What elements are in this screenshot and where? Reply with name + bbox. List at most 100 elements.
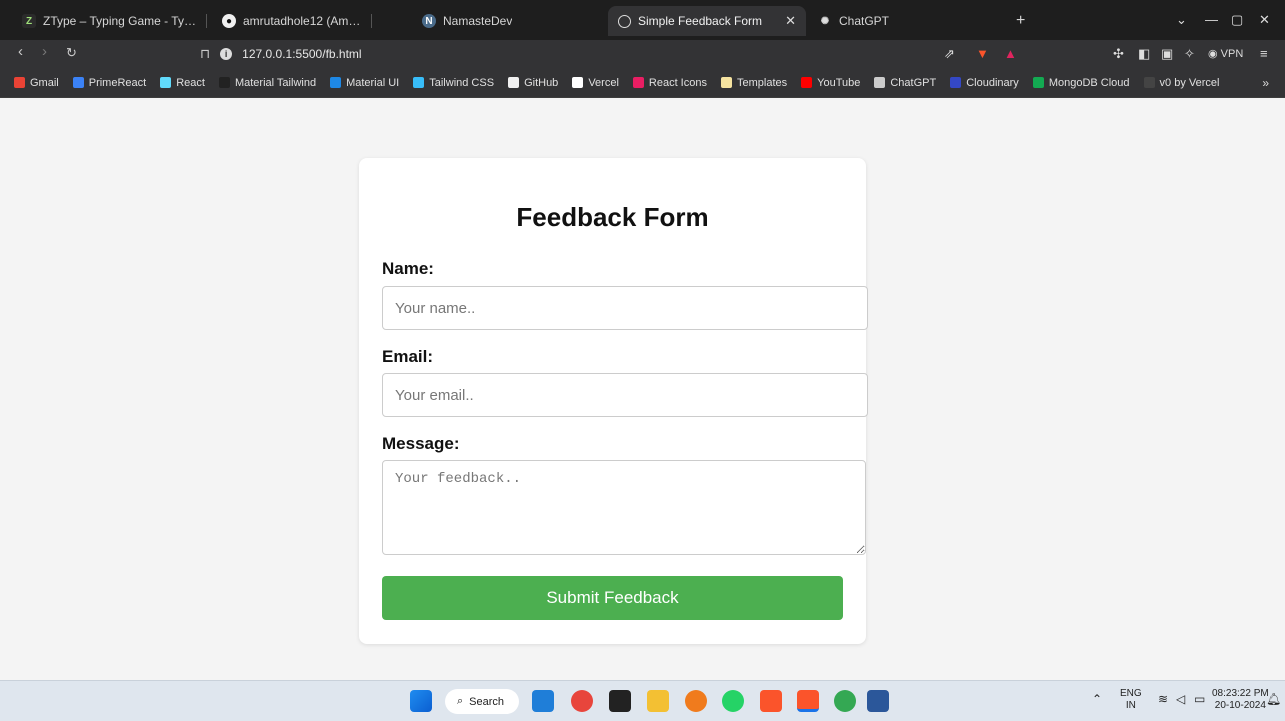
language-indicator[interactable]: ENG IN — [1120, 688, 1142, 712]
bookmark-tailwind-css[interactable]: Tailwind CSS — [413, 77, 494, 89]
brave-shield-icon[interactable]: ▼ — [976, 46, 989, 61]
bookmark-vercel[interactable]: Vercel — [572, 77, 619, 89]
bookmark-primereact[interactable]: PrimeReact — [72, 77, 146, 89]
bookmark-mongodb-cloud[interactable]: MongoDB Cloud — [1032, 77, 1130, 89]
form-title: Feedback Form — [516, 202, 709, 232]
bookmark-chatgpt[interactable]: ChatGPT — [874, 77, 936, 89]
extensions-icon[interactable]: ✣ — [1113, 46, 1124, 62]
ztype-icon: Z — [22, 14, 36, 28]
tray-expand-icon[interactable]: ⌃ — [1092, 693, 1102, 705]
brave-rewards-icon[interactable]: ▲ — [1004, 46, 1017, 61]
browser-toolbar: ‹ › ↻ ⊓ i 127.0.0.1:5500/fb.html ⇗ ▼ ▲ ✣… — [0, 40, 1285, 68]
tab-chatgpt[interactable]: ✺ ChatGPT — [808, 6, 1003, 36]
tab-label: Simple Feedback Form — [638, 14, 763, 28]
new-tab-button[interactable]: + — [1006, 6, 1036, 36]
bookmark-gmail[interactable]: Gmail — [14, 77, 59, 89]
email-input[interactable] — [382, 373, 868, 417]
globe-icon — [618, 14, 631, 28]
bookmark-icon[interactable]: ⊓ — [200, 46, 210, 62]
wallet-icon[interactable]: ▣ — [1161, 46, 1173, 62]
brave-active-icon[interactable] — [797, 690, 819, 712]
react-icon — [160, 77, 172, 88]
menu-icon[interactable]: ≡ — [1260, 46, 1268, 61]
submit-feedback-button[interactable]: Submit Feedback — [382, 576, 843, 620]
message-textarea[interactable] — [382, 460, 866, 555]
tab-github[interactable]: ● amrutadhole12 (Amruta Dhole ) — [212, 6, 372, 36]
reload-icon[interactable]: ↻ — [66, 45, 77, 61]
search-icon: ⌕ — [457, 695, 464, 707]
vpn-label: VPN — [1220, 48, 1244, 60]
url-text[interactable]: 127.0.0.1:5500/fb.html — [242, 47, 361, 61]
email-label: Email: — [382, 347, 434, 366]
bookmarks-more-icon[interactable]: » — [1262, 76, 1269, 90]
windows-start-icon[interactable] — [410, 690, 432, 712]
tab-list-chevron-icon[interactable]: ⌄ — [1176, 12, 1187, 28]
folder-icon — [720, 77, 732, 88]
tab-simple-feedback-form[interactable]: Simple Feedback Form ✕ — [608, 6, 806, 36]
tab-label: ZType – Typing Game - Type to Shoot — [43, 14, 197, 28]
tab-namastedev[interactable]: N NamasteDev — [412, 6, 602, 36]
back-icon[interactable]: ‹ — [18, 43, 23, 60]
tab-ztype[interactable]: Z ZType – Typing Game - Type to Shoot — [12, 6, 207, 36]
primereact-icon — [72, 77, 84, 88]
chatgpt-icon — [874, 77, 886, 88]
forward-icon[interactable]: › — [42, 43, 47, 60]
vscode-icon[interactable] — [532, 690, 554, 712]
battery-icon[interactable]: ▭ — [1194, 693, 1205, 705]
volume-icon[interactable]: ◁ — [1176, 693, 1185, 705]
bookmark-v0-by-vercel[interactable]: v0 by Vercel — [1143, 77, 1219, 89]
chatgpt-icon: ✺ — [820, 15, 830, 27]
bookmark-material-tailwind[interactable]: Material Tailwind — [218, 77, 316, 89]
bookmark-material-ui[interactable]: Material UI — [330, 77, 399, 89]
leo-ai-icon[interactable]: ✧ — [1184, 46, 1195, 62]
chrome-profile-icon[interactable] — [834, 690, 856, 712]
bookmark-react-icons[interactable]: React Icons — [632, 77, 707, 89]
tab-label: NamasteDev — [443, 14, 513, 28]
plus-icon: + — [1016, 12, 1026, 29]
site-info-icon[interactable]: i — [220, 48, 233, 60]
bookmark-cloudinary[interactable]: Cloudinary — [950, 77, 1019, 89]
chrome-icon[interactable] — [571, 690, 593, 712]
brave-icon[interactable] — [760, 690, 782, 712]
github-icon: ● — [222, 14, 236, 28]
bookmark-youtube[interactable]: YouTube — [801, 77, 860, 89]
sidebar-icon[interactable]: ◧ — [1138, 46, 1150, 62]
bookmark-templates[interactable]: Templates — [720, 77, 787, 89]
taskbar-search-button[interactable]: ⌕ Search — [445, 689, 519, 714]
file-explorer-icon[interactable] — [647, 690, 669, 712]
react-icons-icon — [632, 77, 644, 88]
windows-taskbar: ⌕ Search ⌃ ENG IN ≋ ◁ ▭ 08:23:22 PM 20-1… — [0, 680, 1285, 721]
mongodb-icon — [1032, 77, 1044, 88]
restore-icon[interactable]: ▢ — [1231, 12, 1243, 28]
vercel-icon — [572, 77, 584, 88]
cloudinary-icon — [950, 77, 962, 88]
notification-bell-icon[interactable]: 🔔︎ — [1266, 693, 1281, 705]
wifi-icon[interactable]: ≋ — [1158, 693, 1168, 705]
tab-close-icon[interactable]: ✕ — [785, 13, 796, 29]
namastedev-icon: N — [422, 14, 436, 28]
whatsapp-icon[interactable] — [722, 690, 744, 712]
tailwind-icon — [413, 77, 425, 88]
close-window-icon[interactable]: ✕ — [1259, 12, 1270, 28]
clock[interactable]: 08:23:22 PM 20-10-2024 — [1212, 688, 1269, 712]
bookmarks-bar: Gmail PrimeReact React Material Tailwind… — [0, 68, 1285, 98]
name-label: Name: — [382, 259, 434, 278]
youtube-icon — [801, 77, 813, 88]
material-ui-icon — [330, 77, 342, 88]
browser-tab-bar: Z ZType – Typing Game - Type to Shoot ● … — [0, 0, 1285, 40]
feedback-form-card: Feedback Form Name: Email: Message: Subm… — [359, 158, 868, 644]
bookmark-react[interactable]: React — [160, 77, 205, 89]
name-input[interactable] — [382, 286, 868, 330]
postman-icon[interactable] — [685, 690, 707, 712]
address-field[interactable]: ⊓ i 127.0.0.1:5500/fb.html — [200, 42, 1035, 66]
tab-label: amrutadhole12 (Amruta Dhole ) — [243, 14, 362, 28]
share-icon[interactable]: ⇗ — [944, 46, 955, 62]
vpn-button[interactable]: ◉ VPN — [1208, 47, 1243, 60]
bookmark-github[interactable]: GitHub — [508, 77, 558, 89]
minimize-icon[interactable]: — — [1205, 12, 1218, 27]
github-icon — [508, 77, 520, 88]
word-icon[interactable] — [867, 690, 889, 712]
material-tailwind-icon — [218, 77, 230, 88]
terminal-icon[interactable] — [609, 690, 631, 712]
gmail-icon — [14, 77, 25, 88]
